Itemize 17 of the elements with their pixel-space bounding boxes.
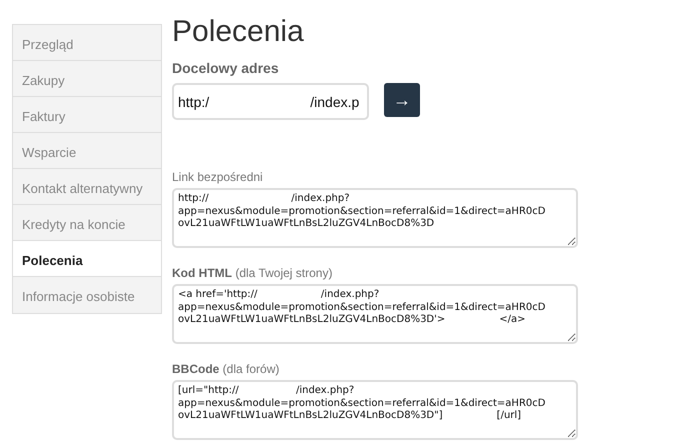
field-label: Docelowy adres: [172, 59, 280, 78]
code-text-field[interactable]: [url="http:// /index.php? app=nexus&module=promotion&section=referral&id=1&direct=aHR0cD ovL21uaWFtLW1uaWFtLnBsL2luZGV4LnBocD8%3D"] [/url]: [172, 380, 578, 440]
code-text-field[interactable]: http:// /index.php? app=nexus&module=promotion&section=referral&id=1&direct=aHR0cD ovL21uaWFtLW1uaWFtLnBsL2luZGV4LnBocD8%3D: [172, 188, 578, 248]
field-label: Link bezpośredni: [172, 169, 264, 186]
url-input-field[interactable]: http:/ /index.p: [172, 83, 369, 120]
sidebar-item[interactable]: Faktury: [13, 97, 161, 133]
page-title: Polecenia: [172, 14, 305, 50]
go-button[interactable]: →: [384, 83, 420, 117]
sidebar-item[interactable]: Zakupy: [13, 61, 161, 97]
field-label: BBCode (dla forów): [172, 361, 280, 378]
sidebar-item[interactable]: Kredyty na koncie: [13, 205, 161, 241]
sidebar-item[interactable]: Informacje osobiste: [13, 277, 161, 313]
sidebar-item[interactable]: Przegląd: [13, 25, 161, 61]
code-text-field[interactable]: <a href='http:// /index.php? app=nexus&module=promotion&section=referral&id=1&direct=aHR0cD ovL21uaWFtLW1uaWFtLnBsL2luZGV4LnBocD8%3D'> </a>: [172, 284, 578, 344]
sidebar-item[interactable]: Kontakt alternatywny: [13, 169, 161, 205]
sidebar-item[interactable]: Wsparcie: [13, 133, 161, 169]
field-label: Kod HTML (dla Twojej strony): [172, 265, 334, 282]
